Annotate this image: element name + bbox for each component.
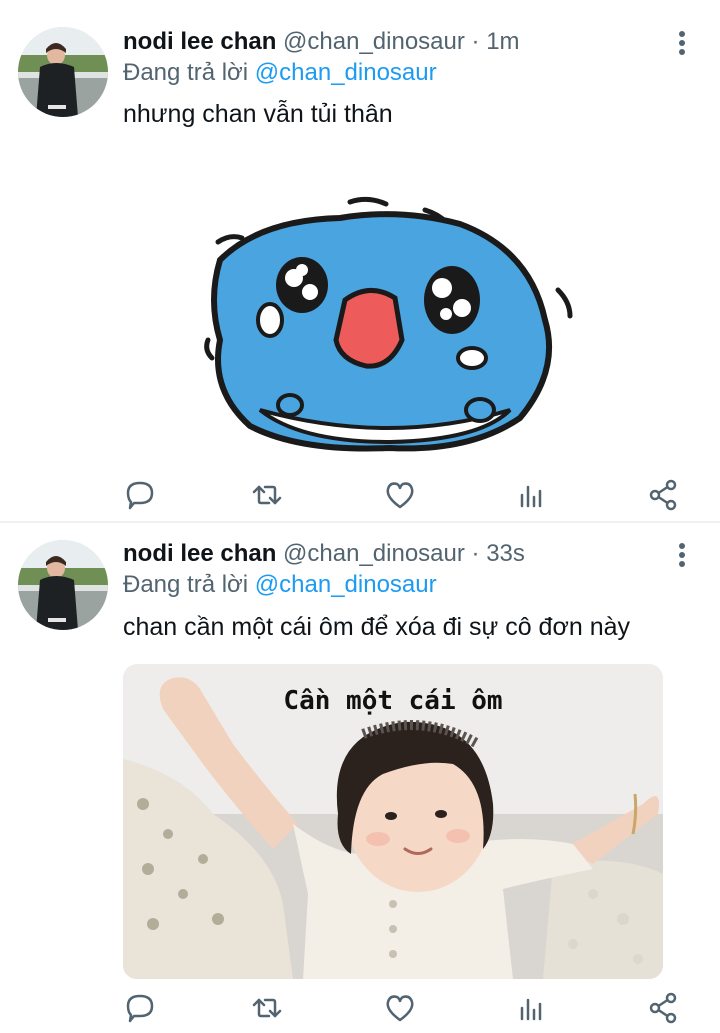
like-icon[interactable]: [380, 475, 420, 515]
sticker-image[interactable]: [190, 190, 610, 465]
analytics-icon[interactable]: [512, 988, 552, 1028]
author-name[interactable]: nodi lee chan: [123, 540, 276, 567]
like-icon[interactable]: [380, 988, 420, 1028]
author-name[interactable]: nodi lee chan: [123, 28, 276, 55]
reply-mention[interactable]: @chan_dinosaur: [255, 571, 437, 598]
retweet-icon[interactable]: [247, 475, 287, 515]
timestamp[interactable]: · 33s: [472, 540, 525, 567]
meme-image[interactable]: Cần một cái ôm: [123, 664, 663, 979]
tweet-text: chan cần một cái ôm để xóa đi sự cô đơn …: [123, 613, 631, 641]
tweet[interactable]: nodi lee chan @chan_dinosaur · 1m Đang t…: [0, 0, 720, 522]
author-handle[interactable]: @chan_dinosaur: [283, 540, 465, 567]
share-icon[interactable]: [643, 988, 683, 1028]
tweet-text: nhưng chan vẫn tủi thân: [123, 100, 393, 128]
reply-prefix: Đang trả lời: [123, 59, 249, 86]
reply-mention[interactable]: @chan_dinosaur: [255, 59, 437, 86]
reply-icon[interactable]: [120, 475, 160, 515]
more-icon[interactable]: [670, 28, 694, 58]
avatar[interactable]: [18, 27, 108, 117]
reply-context: Đang trả lời @chan_dinosaur: [123, 58, 437, 88]
reply-icon[interactable]: [120, 988, 160, 1028]
tweet-actions: [0, 988, 720, 1028]
timestamp[interactable]: · 1m: [472, 28, 520, 55]
avatar[interactable]: [18, 540, 108, 630]
meme-caption: Cần một cái ôm: [283, 686, 503, 716]
analytics-icon[interactable]: [512, 475, 552, 515]
reply-context: Đang trả lời @chan_dinosaur: [123, 570, 437, 600]
tweet-actions: [0, 475, 720, 515]
tweet-header: nodi lee chan @chan_dinosaur · 1m: [123, 27, 520, 57]
author-handle[interactable]: @chan_dinosaur: [283, 28, 465, 55]
retweet-icon[interactable]: [247, 988, 287, 1028]
more-icon[interactable]: [670, 540, 694, 570]
tweet-header: nodi lee chan @chan_dinosaur · 33s: [123, 539, 525, 569]
share-icon[interactable]: [643, 475, 683, 515]
reply-prefix: Đang trả lời: [123, 571, 249, 598]
tweet[interactable]: nodi lee chan @chan_dinosaur · 33s Đang …: [0, 523, 720, 1031]
